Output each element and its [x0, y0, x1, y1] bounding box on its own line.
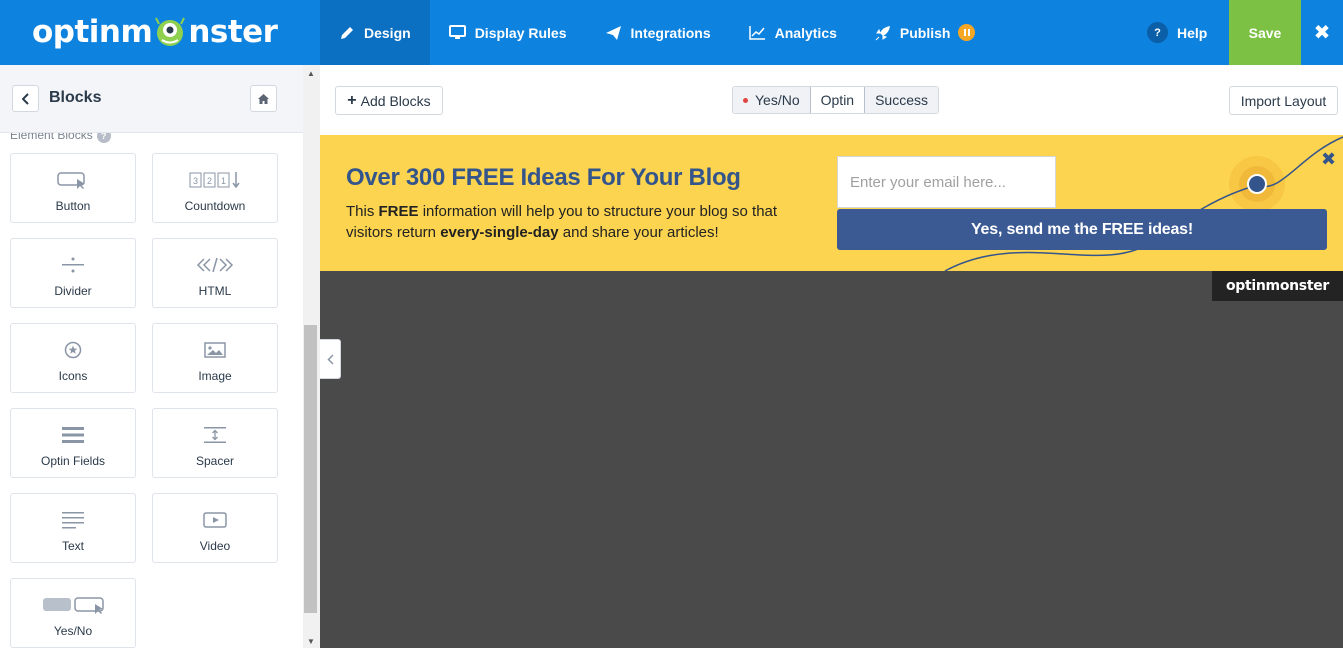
optin-headline[interactable]: Over 300 FREE Ideas For Your Blog: [346, 164, 741, 192]
pencil-icon: [341, 26, 353, 39]
import-layout-button[interactable]: Import Layout: [1229, 86, 1338, 115]
nav-publish-label: Publish: [899, 24, 951, 41]
nav-analytics[interactable]: Analytics: [730, 0, 856, 65]
back-button[interactable]: [12, 85, 39, 112]
optin-submit-button[interactable]: Yes, send me the FREE ideas!: [837, 209, 1327, 250]
nav-design[interactable]: Design: [320, 0, 430, 65]
nav-design-label: Design: [364, 24, 411, 41]
help-label: Help: [1177, 24, 1208, 41]
powered-by-optinmonster[interactable]: optinmonster: [1212, 271, 1343, 301]
nav-analytics-label: Analytics: [774, 24, 837, 41]
pause-icon: [958, 24, 976, 41]
optinmonster-logo[interactable]: optinm nster: [32, 10, 278, 54]
button-cursor-icon: [57, 172, 85, 189]
block-label: Icons: [58, 369, 88, 383]
home-button[interactable]: [250, 85, 277, 112]
block-label: Image: [198, 369, 232, 383]
sidebar-title: Blocks: [49, 89, 102, 106]
scroll-thumb[interactable]: [304, 325, 317, 613]
block-image[interactable]: Image: [152, 323, 278, 393]
block-label: Divider: [54, 284, 92, 298]
nav-publish[interactable]: Publish: [856, 0, 995, 65]
block-label: Button: [55, 199, 91, 213]
countdown-icon: 3 2 1: [189, 172, 240, 189]
canvas-toolbar: + Add Blocks Yes/No Optin Success Import…: [320, 65, 1343, 135]
code-icon: [196, 257, 234, 273]
line-chart-icon: [748, 26, 765, 40]
video-play-icon: [203, 512, 227, 528]
paper-plane-icon: [605, 25, 621, 40]
nav-integrations[interactable]: Integrations: [586, 0, 730, 65]
block-spacer[interactable]: Spacer: [152, 408, 278, 478]
tab-success[interactable]: Success: [865, 87, 939, 113]
block-label: Yes/No: [53, 624, 93, 638]
spacer-icon: [204, 427, 226, 443]
question-icon: ?: [1147, 22, 1168, 43]
monster-mascot-icon: [155, 17, 186, 46]
blocks-sidebar: Element Blocks? Blocks Button 3 2 1 Coun…: [0, 65, 303, 648]
optin-banner-preview[interactable]: Over 300 FREE Ideas For Your Blog This F…: [320, 135, 1343, 271]
divider-icon: [62, 257, 84, 273]
optin-subtext[interactable]: This FREE information will help you to s…: [346, 201, 826, 243]
add-blocks-label: Add Blocks: [360, 92, 431, 109]
block-html[interactable]: HTML: [152, 238, 278, 308]
block-label: Countdown: [184, 199, 246, 213]
save-button[interactable]: Save: [1229, 0, 1301, 65]
block-icons[interactable]: Icons: [10, 323, 136, 393]
main-nav: Design Display Rules Integrations Analyt…: [320, 0, 994, 65]
rocket-icon: [875, 25, 890, 40]
yes-no-icon: [43, 597, 104, 614]
block-countdown[interactable]: 3 2 1 Countdown: [152, 153, 278, 223]
sidebar-header: Blocks: [0, 65, 303, 133]
nav-integrations-label: Integrations: [630, 24, 711, 41]
block-divider[interactable]: Divider: [10, 238, 136, 308]
nav-display-rules-label: Display Rules: [474, 24, 567, 41]
block-label: Optin Fields: [40, 454, 106, 468]
plus-icon: +: [347, 91, 357, 109]
block-label: HTML: [198, 284, 232, 298]
logo-text-right: nster: [188, 14, 278, 50]
nav-display-rules[interactable]: Display Rules: [430, 0, 586, 65]
svg-text:2: 2: [207, 176, 212, 186]
block-yes-no[interactable]: Yes/No: [10, 578, 136, 648]
chevron-left-icon: [21, 92, 29, 105]
view-tabs: Yes/No Optin Success: [732, 86, 940, 114]
block-label: Video: [199, 539, 231, 553]
image-icon: [204, 342, 226, 358]
add-blocks-button[interactable]: + Add Blocks: [335, 86, 443, 115]
tab-optin[interactable]: Optin: [809, 87, 866, 113]
status-dot-icon: [743, 97, 748, 103]
block-label: Spacer: [195, 454, 235, 468]
top-nav-bar: optinm nster Design Display Rules Integr…: [0, 0, 1343, 65]
chevron-left-icon: [326, 353, 334, 365]
scroll-up-arrow-icon[interactable]: ▲: [307, 69, 315, 78]
email-field[interactable]: [837, 156, 1056, 208]
svg-text:3: 3: [193, 176, 198, 186]
block-text[interactable]: Text: [10, 493, 136, 563]
block-optin-fields[interactable]: Optin Fields: [10, 408, 136, 478]
home-icon: [258, 93, 269, 104]
close-icon[interactable]: ✖: [1301, 0, 1343, 65]
block-button[interactable]: Button: [10, 153, 136, 223]
block-label: Text: [61, 539, 84, 553]
star-circle-icon: [64, 341, 82, 359]
monitor-icon: [448, 25, 466, 39]
block-video[interactable]: Video: [152, 493, 278, 563]
fields-icon: [62, 427, 84, 443]
logo-text-left: optinm: [32, 14, 153, 50]
help-link[interactable]: ? Help: [1147, 0, 1207, 65]
close-icon[interactable]: ✖: [1321, 149, 1336, 170]
text-lines-icon: [62, 512, 84, 529]
tab-yes-no[interactable]: Yes/No: [733, 87, 810, 113]
sidebar-scrollbar[interactable]: ▲ ▼: [303, 65, 320, 648]
scroll-down-arrow-icon[interactable]: ▼: [307, 637, 315, 646]
svg-text:1: 1: [221, 176, 226, 186]
collapse-sidebar-button[interactable]: [320, 339, 341, 379]
